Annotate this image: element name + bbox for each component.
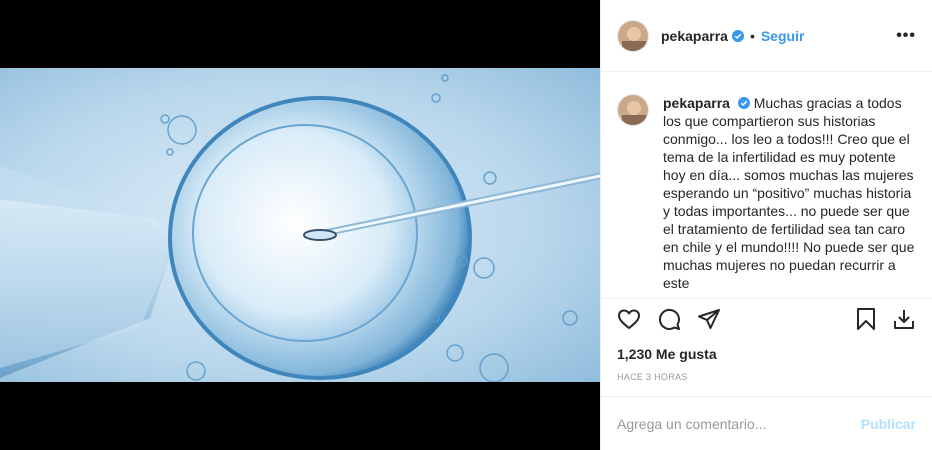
post-timestamp[interactable]: HACE 3 HORAS xyxy=(617,372,688,382)
heart-icon[interactable] xyxy=(617,307,641,331)
post-image xyxy=(0,68,600,382)
comment-box: Agrega un comentario... Publicar xyxy=(601,396,932,450)
download-icon[interactable] xyxy=(892,307,916,331)
send-icon[interactable] xyxy=(697,307,721,331)
caption-avatar[interactable] xyxy=(617,94,649,126)
verified-badge-icon xyxy=(731,29,744,42)
post-media[interactable] xyxy=(0,0,600,450)
instagram-post-modal: pekaparra • Seguir ••• pekaparra Muchas … xyxy=(0,0,932,450)
bookmark-icon[interactable] xyxy=(854,307,878,331)
follow-button[interactable]: Seguir xyxy=(761,28,805,44)
separator-dot: • xyxy=(749,27,755,44)
comment-input[interactable]: Agrega un comentario... xyxy=(617,416,766,432)
publish-button[interactable]: Publicar xyxy=(861,416,916,432)
caption-username[interactable]: pekaparra xyxy=(663,95,730,111)
caption-block: pekaparra Muchas gracias a todos los que… xyxy=(601,72,932,298)
comment-icon[interactable] xyxy=(657,307,681,331)
post-sidebar: pekaparra • Seguir ••• pekaparra Muchas … xyxy=(600,0,932,450)
more-options-button[interactable]: ••• xyxy=(896,27,916,45)
post-header: pekaparra • Seguir ••• xyxy=(601,0,932,72)
caption-text: pekaparra Muchas gracias a todos los que… xyxy=(663,94,915,298)
likes-count[interactable]: 1,230 Me gusta xyxy=(617,346,717,362)
action-bar xyxy=(601,298,932,338)
username-link[interactable]: pekaparra xyxy=(661,28,728,44)
action-bar-right xyxy=(840,307,916,331)
avatar[interactable] xyxy=(617,19,649,52)
caption-body: Muchas gracias a todos los que compartie… xyxy=(663,95,915,291)
verified-badge-icon xyxy=(737,97,750,109)
